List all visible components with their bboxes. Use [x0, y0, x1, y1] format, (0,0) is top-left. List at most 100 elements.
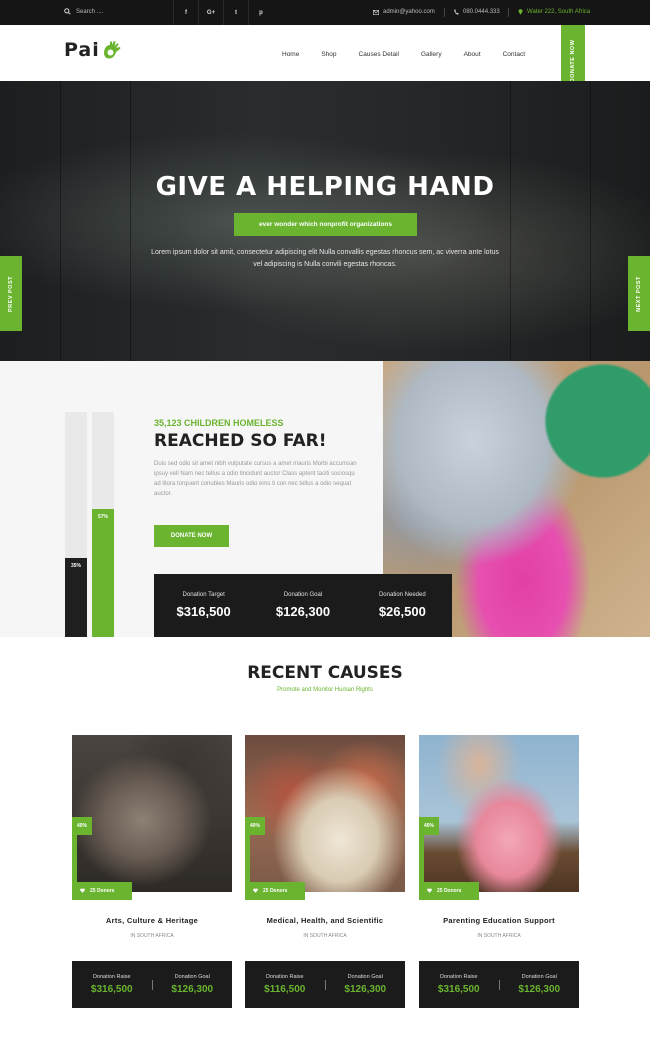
heart-icon: [253, 888, 258, 893]
google-plus-icon[interactable]: G+: [198, 0, 223, 25]
search-input[interactable]: Search ....: [76, 9, 103, 15]
facebook-icon[interactable]: f: [173, 0, 198, 25]
logo-text: Pai: [64, 39, 100, 61]
progress-bar-track: 35%: [65, 412, 87, 637]
pinterest-icon[interactable]: p: [248, 0, 273, 25]
cause-location: IN SOUTH AFRICA: [130, 933, 174, 939]
percent-badge: 40%: [72, 817, 92, 835]
hero-title: GIVE A HELPING HAND: [155, 172, 495, 202]
donate-now-button[interactable]: DONATE NOW: [154, 525, 229, 547]
cause-card[interactable]: 40% 25 Donors Medical, Health, and Scien…: [245, 735, 405, 1008]
raise-col: Donation Raise $316,500: [72, 974, 152, 995]
cause-location: IN SOUTH AFRICA: [477, 933, 521, 939]
cause-title[interactable]: Medical, Health, and Scientific: [245, 916, 405, 925]
nav-gallery[interactable]: Gallery: [421, 51, 442, 58]
site-header: Pai Home Shop Causes Detail Gallery Abou…: [0, 25, 650, 81]
stat-label: Donation Needed: [378, 592, 426, 598]
goal-value: $126,300: [171, 984, 214, 995]
raise-value: $316,500: [90, 984, 133, 995]
cause-location: IN SOUTH AFRICA: [303, 933, 347, 939]
donors-count: 25 Donors: [437, 888, 462, 894]
mail-icon: [373, 9, 379, 15]
progress-bar-track: 57%: [92, 412, 114, 637]
percent-badge: 40%: [245, 817, 265, 835]
divider: [508, 8, 509, 17]
donors-badge: 25 Donors: [245, 882, 305, 900]
phone-icon: [454, 9, 459, 15]
raise-value: $316,500: [437, 984, 480, 995]
donors-count: 25 Donors: [263, 888, 288, 894]
donation-stats-box: Donation Target $316,500 Donation Goal $…: [154, 574, 452, 637]
goal-value: $126,300: [518, 984, 561, 995]
goal-col: Donation Goal $126,300: [153, 974, 233, 995]
main-nav: Home Shop Causes Detail Gallery About Co…: [282, 51, 547, 58]
stat-label: Donation Target: [182, 592, 225, 598]
reached-section: 35% 57% 35,123 CHILDREN HOMELESS REACHED…: [0, 361, 650, 637]
heart-icon: [80, 888, 85, 893]
goal-label: Donation Goal: [174, 974, 210, 980]
nav-about[interactable]: About: [464, 51, 481, 58]
hero-subtitle-pill[interactable]: ever wonder which nonprofit organization…: [234, 213, 417, 236]
address-text: Water 222, South Africa: [527, 9, 591, 15]
stat-value: $26,500: [378, 604, 426, 619]
donors-badge: 25 Donors: [419, 882, 479, 900]
donate-now-label: DONATE NOW: [570, 39, 576, 83]
progress-bar-fill: 35%: [65, 558, 87, 637]
cause-image-old-man[interactable]: 40%: [72, 735, 232, 892]
donors-count: 25 Donors: [90, 888, 115, 894]
stat-goal: Donation Goal $126,300: [253, 574, 352, 637]
goal-label: Donation Goal: [347, 974, 383, 980]
cause-donation-box: Donation Raise $116,500 Donation Goal $1…: [245, 961, 405, 1008]
causes-title: RECENT CAUSES: [247, 663, 403, 683]
top-bar: Search .... f G+ t p admin@yahoo.com 080…: [0, 0, 650, 25]
search-box[interactable]: Search ....: [64, 8, 103, 15]
cause-image-pencil-shavings[interactable]: 40%: [245, 735, 405, 892]
stat-value: $126,300: [275, 604, 331, 619]
prev-post-label: PREV POST: [8, 275, 14, 312]
divider: [444, 8, 445, 17]
raise-col: Donation Raise $316,500: [419, 974, 499, 995]
search-icon: [64, 8, 71, 15]
email-contact[interactable]: admin@yahoo.com: [373, 9, 435, 15]
section-kicker: 35,123 CHILDREN HOMELESS: [154, 418, 284, 428]
hero-description: Lorem ipsum dolor sit amit, consectetur …: [151, 249, 499, 268]
cause-donation-box: Donation Raise $316,500 Donation Goal $1…: [419, 961, 579, 1008]
nav-home[interactable]: Home: [282, 51, 299, 58]
nav-causes-detail[interactable]: Causes Detail: [359, 51, 399, 58]
cause-card[interactable]: 40% 25 Donors Parenting Education Suppor…: [419, 735, 579, 1008]
logo[interactable]: Pai: [64, 39, 123, 61]
address-contact: Water 222, South Africa: [518, 9, 590, 15]
phone-contact[interactable]: 080.0444.333: [454, 9, 500, 15]
progress-label: 35%: [70, 563, 81, 569]
raise-col: Donation Raise $116,500: [245, 974, 325, 995]
goal-label: Donation Goal: [521, 974, 557, 980]
cause-image-piggy-bank[interactable]: 40%: [419, 735, 579, 892]
next-post-label: NEXT POST: [636, 275, 642, 312]
cause-card[interactable]: 40% 25 Donors Arts, Culture & Heritage I…: [72, 735, 232, 1008]
progress-label: 57%: [97, 514, 108, 520]
stat-needed: Donation Needed $26,500: [353, 574, 452, 637]
goal-col: Donation Goal $126,300: [500, 974, 580, 995]
email-text: admin@yahoo.com: [383, 9, 435, 15]
prev-post-tab[interactable]: PREV POST: [0, 256, 22, 331]
wood-plank-line: [130, 81, 131, 361]
cause-title[interactable]: Parenting Education Support: [419, 916, 579, 925]
next-post-tab[interactable]: NEXT POST: [628, 256, 650, 331]
nav-contact[interactable]: Contact: [503, 51, 525, 58]
cause-title[interactable]: Arts, Culture & Heritage: [72, 916, 232, 925]
raise-label: Donation Raise: [92, 974, 131, 980]
wood-plank-line: [510, 81, 511, 361]
social-links: f G+ t p: [173, 0, 273, 25]
section-title: REACHED SO FAR!: [154, 431, 327, 451]
percent-badge: 40%: [419, 817, 439, 835]
section-paragraph: Duis sed odio sit amet nibh vulputate cu…: [154, 461, 357, 497]
twitter-icon[interactable]: t: [223, 0, 248, 25]
donors-badge: 25 Donors: [72, 882, 132, 900]
progress-bar-fill: 57%: [92, 509, 114, 637]
nav-shop[interactable]: Shop: [321, 51, 336, 58]
map-pin-icon: [518, 9, 523, 15]
heart-icon: [427, 888, 432, 893]
raise-label: Donation Raise: [439, 974, 478, 980]
phone-text: 080.0444.333: [463, 9, 500, 15]
cause-donation-box: Donation Raise $316,500 Donation Goal $1…: [72, 961, 232, 1008]
